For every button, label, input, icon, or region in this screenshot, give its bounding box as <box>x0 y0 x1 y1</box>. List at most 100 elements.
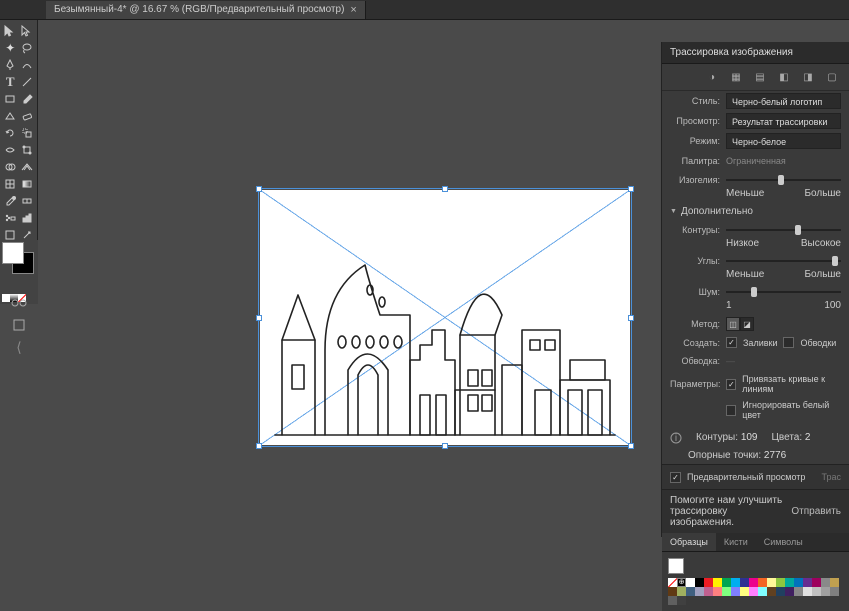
gradient-tool[interactable] <box>19 175 36 192</box>
selection-tool[interactable] <box>2 22 19 39</box>
swatch[interactable] <box>794 578 803 587</box>
swatch[interactable] <box>731 587 740 596</box>
low-color-icon[interactable]: ▤ <box>753 70 767 84</box>
swatch[interactable] <box>794 587 803 596</box>
screen-mode-icon[interactable] <box>10 316 28 334</box>
eyedropper-tool[interactable] <box>2 192 19 209</box>
swatch[interactable] <box>677 587 686 596</box>
high-color-icon[interactable]: ▦ <box>729 70 743 84</box>
active-swatch[interactable] <box>668 558 684 574</box>
swatch[interactable] <box>785 578 794 587</box>
swatch[interactable] <box>722 578 731 587</box>
grayscale-icon[interactable]: ◧ <box>777 70 791 84</box>
swatch[interactable] <box>821 587 830 596</box>
swatch[interactable] <box>749 578 758 587</box>
perspective-grid-tool[interactable] <box>19 158 36 175</box>
snap-curves-checkbox[interactable] <box>726 379 736 390</box>
paintbrush-tool[interactable] <box>19 90 36 107</box>
direct-selection-tool[interactable] <box>19 22 36 39</box>
mesh-tool[interactable] <box>2 175 19 192</box>
rotate-tool[interactable] <box>2 124 19 141</box>
swatch[interactable] <box>668 596 677 605</box>
preview-checkbox[interactable] <box>670 472 681 483</box>
send-feedback-link[interactable]: Отправить <box>791 506 841 517</box>
shaper-tool[interactable] <box>2 107 19 124</box>
panel-title[interactable]: Трассировка изображения <box>662 42 849 64</box>
swatch[interactable] <box>767 587 776 596</box>
black-white-icon[interactable]: ◨ <box>801 70 815 84</box>
scale-tool[interactable] <box>19 124 36 141</box>
draw-mode-icon[interactable] <box>10 294 28 312</box>
swatch[interactable] <box>713 587 722 596</box>
view-dropdown[interactable]: Результат трассировки <box>726 113 841 129</box>
resize-handle[interactable] <box>442 443 448 449</box>
artboard[interactable] <box>260 190 630 445</box>
tab-swatches[interactable]: Образцы <box>662 533 716 551</box>
style-dropdown[interactable]: Черно-белый логотип <box>726 93 841 109</box>
symbol-sprayer-tool[interactable] <box>2 209 19 226</box>
swatch[interactable] <box>749 587 758 596</box>
trace-button[interactable]: Трас <box>821 470 841 484</box>
swatch[interactable] <box>758 578 767 587</box>
swatch[interactable] <box>722 587 731 596</box>
tab-symbols[interactable]: Символы <box>756 533 811 551</box>
line-tool[interactable] <box>19 73 36 90</box>
swatch[interactable] <box>758 587 767 596</box>
document-tab[interactable]: Безымянный-4* @ 16.67 % (RGB/Предварител… <box>46 1 366 19</box>
swatch[interactable] <box>767 578 776 587</box>
swatch[interactable] <box>704 587 713 596</box>
swatch[interactable] <box>812 587 821 596</box>
swatch[interactable] <box>830 578 839 587</box>
swatch[interactable] <box>695 587 704 596</box>
outline-icon[interactable]: ▢ <box>825 70 839 84</box>
swatch[interactable] <box>740 587 749 596</box>
free-transform-tool[interactable] <box>19 141 36 158</box>
pen-tool[interactable] <box>2 56 19 73</box>
fills-checkbox[interactable] <box>726 337 737 348</box>
swatch[interactable] <box>776 578 785 587</box>
magic-wand-tool[interactable]: ✦ <box>2 39 19 56</box>
swatch[interactable] <box>704 578 713 587</box>
swatch[interactable] <box>731 578 740 587</box>
swatch[interactable] <box>803 587 812 596</box>
ignore-white-checkbox[interactable] <box>726 405 736 416</box>
resize-handle[interactable] <box>256 315 262 321</box>
rectangle-tool[interactable] <box>2 90 19 107</box>
corners-slider[interactable] <box>726 260 841 262</box>
resize-handle[interactable] <box>628 315 634 321</box>
column-graph-tool[interactable] <box>19 209 36 226</box>
noise-slider[interactable] <box>726 291 841 293</box>
paths-slider[interactable] <box>726 229 841 231</box>
placed-image[interactable] <box>270 230 620 440</box>
curvature-tool[interactable] <box>19 56 36 73</box>
swatch[interactable] <box>830 587 839 596</box>
mode-dropdown[interactable]: Черно-белое <box>726 133 841 149</box>
tab-brushes[interactable]: Кисти <box>716 533 756 551</box>
eraser-tool[interactable] <box>19 107 36 124</box>
type-tool[interactable]: T <box>2 73 19 90</box>
resize-handle[interactable] <box>256 443 262 449</box>
shape-builder-tool[interactable] <box>2 158 19 175</box>
swatch[interactable] <box>686 587 695 596</box>
swatch[interactable] <box>677 596 686 605</box>
fill-swatch[interactable] <box>2 242 24 264</box>
resize-handle[interactable] <box>628 186 634 192</box>
swatch[interactable] <box>668 587 677 596</box>
auto-color-icon[interactable]: ◑ <box>705 70 719 84</box>
resize-handle[interactable] <box>256 186 262 192</box>
lasso-tool[interactable] <box>19 39 36 56</box>
swatch-registration[interactable]: ⊕ <box>677 578 686 587</box>
resize-handle[interactable] <box>628 443 634 449</box>
method-abutting[interactable]: ◫ <box>726 317 740 331</box>
swatch[interactable] <box>776 587 785 596</box>
swatch[interactable] <box>821 578 830 587</box>
swatch[interactable] <box>803 578 812 587</box>
swatch[interactable] <box>686 578 695 587</box>
swatch[interactable] <box>785 587 794 596</box>
close-tab-icon[interactable]: × <box>350 4 356 16</box>
blend-tool[interactable] <box>19 192 36 209</box>
threshold-slider[interactable] <box>726 179 841 181</box>
edit-toolbar-icon[interactable]: ⟨ <box>10 338 28 356</box>
method-overlapping[interactable]: ◪ <box>740 317 754 331</box>
width-tool[interactable] <box>2 141 19 158</box>
